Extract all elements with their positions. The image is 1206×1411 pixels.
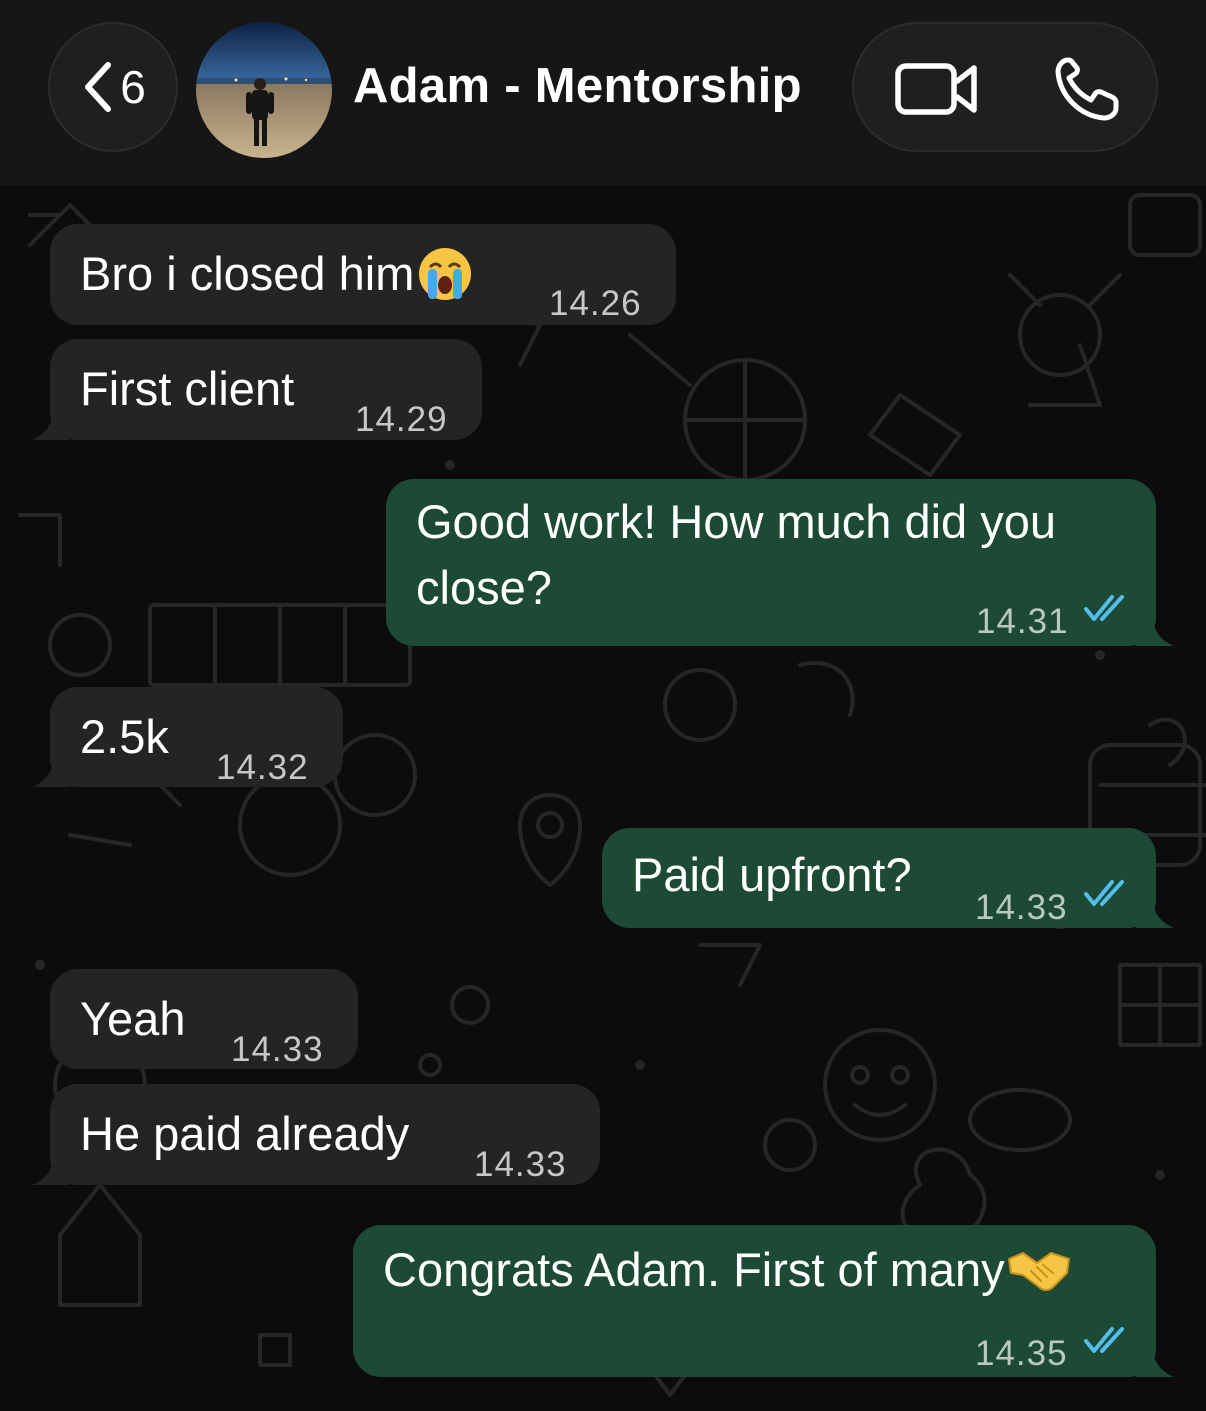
message-time: 14.33 [474, 1145, 567, 1184]
message-incoming[interactable]: 2.5k 14.32 [50, 687, 343, 787]
message-incoming[interactable]: Yeah 14.33 [50, 969, 358, 1069]
message-text: First client [80, 362, 295, 415]
chevron-left-icon [85, 62, 112, 112]
message-text: Paid upfront? [632, 848, 912, 901]
bubble-tail [32, 757, 70, 787]
double-check-read-icon [1084, 880, 1124, 906]
message-incoming[interactable]: Bro i closed him 14.26 [50, 224, 676, 325]
chat-area[interactable]: Bro i closed him 14.26 First client 14.2… [0, 185, 1206, 1411]
handshake-emoji-icon [1007, 1251, 1070, 1291]
message-text: 2.5k [80, 710, 169, 763]
message-text: Yeah [80, 992, 186, 1045]
message-outgoing[interactable]: Congrats Adam. First of many 14.35 [353, 1225, 1156, 1377]
double-check-read-icon [1084, 595, 1124, 621]
message-time: 14.33 [231, 1030, 324, 1069]
message-time: 14.35 [975, 1334, 1068, 1373]
message-outgoing[interactable]: Good work! How much did you close? 14.31 [386, 479, 1156, 646]
call-actions [852, 22, 1158, 152]
video-call-icon[interactable] [894, 60, 980, 118]
bubble-tail [32, 1155, 70, 1185]
bubble-tail [1136, 898, 1174, 928]
message-time: 14.29 [355, 400, 448, 439]
message-text-line-1: Good work! How much did you [416, 495, 1057, 548]
message-text: He paid already [80, 1107, 410, 1160]
message-text: Bro i closed him [80, 247, 415, 300]
unread-count: 6 [120, 61, 146, 113]
chat-header: 6 Adam - Mentorship [0, 0, 1206, 185]
message-time: 14.32 [216, 748, 309, 787]
bubble-tail [32, 410, 70, 440]
bubble-tail [1136, 1347, 1174, 1377]
phone-call-icon[interactable] [1052, 54, 1122, 124]
message-text: Congrats Adam. First of many [383, 1243, 1005, 1296]
chat-title[interactable]: Adam - Mentorship [353, 58, 802, 114]
crying-face-emoji-icon [419, 247, 472, 300]
message-time: 14.33 [975, 888, 1068, 927]
message-outgoing[interactable]: Paid upfront? 14.33 [602, 828, 1156, 928]
double-check-read-icon [1084, 1327, 1124, 1353]
avatar[interactable] [196, 22, 332, 158]
bubble-tail [1136, 616, 1174, 646]
message-incoming[interactable]: First client 14.29 [50, 339, 482, 440]
message-incoming[interactable]: He paid already 14.33 [50, 1084, 600, 1185]
message-text-line-2: close? [416, 561, 552, 614]
back-button[interactable]: 6 [48, 22, 178, 152]
message-time: 14.31 [976, 602, 1069, 641]
message-time: 14.26 [549, 284, 642, 323]
